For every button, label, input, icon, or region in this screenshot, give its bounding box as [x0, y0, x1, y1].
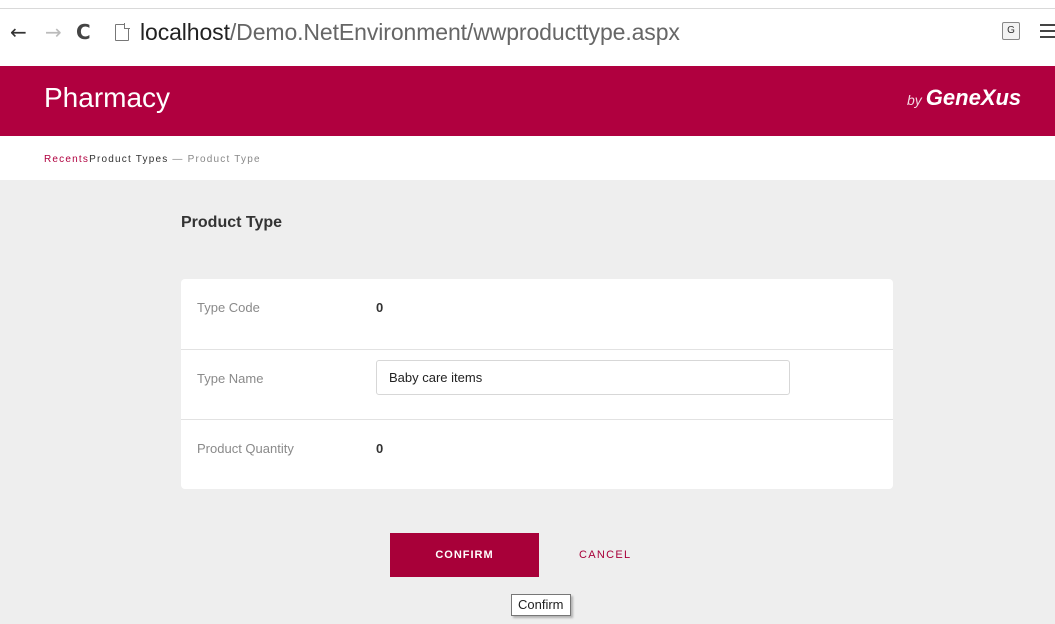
url-host: localhost — [140, 19, 230, 45]
type-name-label: Type Name — [197, 371, 264, 386]
genexus-logo: by GeneXus — [907, 85, 1021, 111]
breadcrumb-product-types[interactable]: Product Types — [89, 154, 168, 165]
breadcrumb-current: Product Type — [187, 154, 261, 165]
cancel-button[interactable]: CANCEL — [553, 533, 643, 577]
field-row-type-code: Type Code 0 — [181, 279, 893, 349]
toolbar-divider — [0, 8, 1055, 9]
breadcrumb: RecentsProduct Types — Product Type — [44, 154, 261, 165]
breadcrumb-separator: — — [168, 154, 188, 165]
breadcrumb-bar: RecentsProduct Types — Product Type — [0, 136, 1055, 180]
product-quantity-value: 0 — [376, 441, 384, 456]
address-bar[interactable]: localhost/Demo.NetEnvironment/wwproductt… — [140, 18, 680, 46]
confirm-tooltip: Confirm — [511, 594, 571, 616]
url-path: /Demo.NetEnvironment/wwproducttype.aspx — [229, 19, 680, 45]
confirm-button[interactable]: CONFIRM — [390, 533, 539, 577]
page-icon — [115, 23, 130, 41]
app-header: Pharmacy by GeneXus — [0, 66, 1055, 136]
field-row-product-quantity: Product Quantity 0 — [181, 419, 893, 489]
brand-by: by — [907, 92, 922, 108]
forward-icon[interactable]: → — [45, 22, 62, 42]
reload-icon[interactable]: C — [76, 22, 91, 42]
breadcrumb-recents[interactable]: Recents — [44, 154, 89, 165]
translate-icon[interactable]: G — [1002, 22, 1020, 40]
field-row-type-name: Type Name — [181, 349, 893, 419]
menu-icon[interactable] — [1040, 24, 1055, 39]
type-code-value: 0 — [376, 300, 384, 315]
brand-name: GeneXus — [925, 85, 1022, 110]
back-icon[interactable]: ← — [10, 22, 27, 42]
browser-toolbar: ← → C localhost/Demo.NetEnvironment/wwpr… — [0, 0, 1055, 66]
form-card: Type Code 0 Type Name Product Quantity 0 — [181, 279, 893, 489]
product-quantity-label: Product Quantity — [197, 441, 294, 456]
type-name-input[interactable] — [376, 360, 790, 395]
type-code-label: Type Code — [197, 300, 260, 315]
page-title: Product Type — [181, 214, 283, 231]
app-title[interactable]: Pharmacy — [44, 82, 170, 114]
